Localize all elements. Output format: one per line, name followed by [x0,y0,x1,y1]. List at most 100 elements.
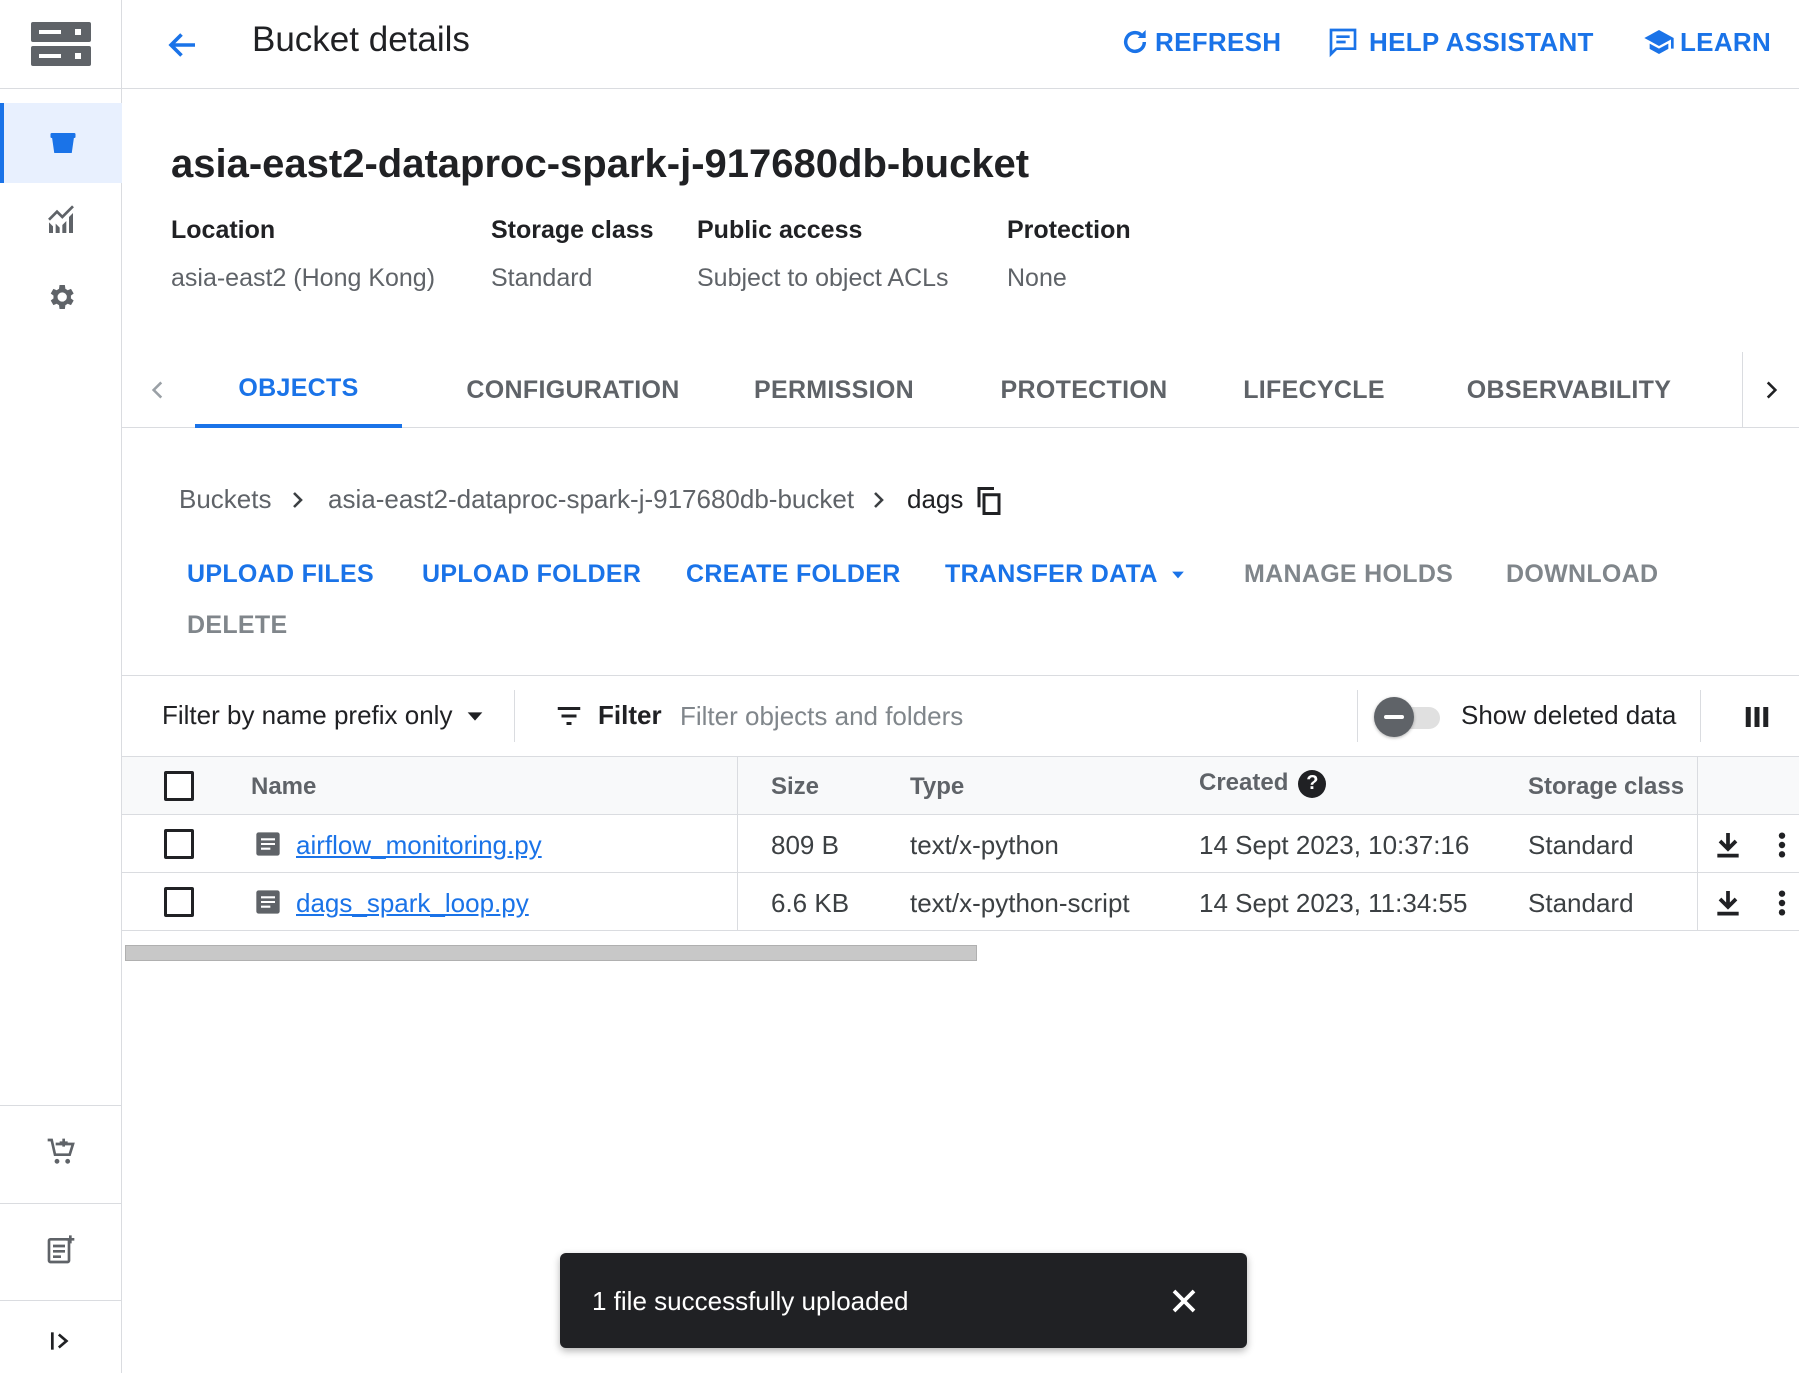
file-name-link[interactable]: dags_spark_loop.py [296,888,529,919]
select-all-checkbox[interactable] [164,771,194,801]
filter-input[interactable] [680,696,1340,736]
nav-release-notes[interactable] [0,1210,122,1290]
notes-icon [47,1235,75,1264]
nav-buckets[interactable] [0,103,122,183]
tab-scroll-right[interactable] [1742,352,1799,427]
snackbar-message: 1 file successfully uploaded [592,1286,909,1316]
column-divider [1697,873,1698,931]
filter-bar: Filter by name prefix only Filter Show d… [122,675,1799,757]
filter-button[interactable]: Filter [554,700,662,731]
tab-protection[interactable]: PROTECTION [984,352,1184,428]
rail-divider [0,1300,122,1301]
copy-path-icon[interactable] [974,486,1004,516]
file-type: text/x-python-script [910,888,1130,918]
file-storage-class: Standard [1528,888,1634,918]
refresh-button[interactable]: REFRESH [1119,22,1281,62]
page-title: Bucket details [252,20,470,59]
help-assistant-label: HELP ASSISTANT [1369,26,1594,57]
column-display-icon[interactable] [1742,702,1772,732]
school-icon [1644,30,1674,54]
column-header-size[interactable]: Size [771,773,819,801]
create-folder-button[interactable]: CREATE FOLDER [686,560,901,589]
column-divider [737,757,738,815]
more-vert-icon[interactable] [1772,829,1792,861]
table-row[interactable]: airflow_monitoring.py 809 B text/x-pytho… [122,815,1799,873]
gear-icon [50,285,74,309]
rail-divider [0,1203,122,1204]
cart-icon [47,1138,75,1164]
column-header-name[interactable]: Name [251,773,316,801]
learn-button[interactable]: LEARN [1642,22,1771,62]
delete-button[interactable]: DELETE [187,611,287,640]
nav-expand[interactable] [0,1308,122,1373]
storage-product-icon[interactable] [0,0,122,89]
table-row[interactable]: dags_spark_loop.py 6.6 KB text/x-python-… [122,873,1799,931]
row-checkbox[interactable] [164,887,194,917]
file-name[interactable]: dags_spark_loop.py [296,888,529,918]
download-icon[interactable] [1712,829,1744,861]
breadcrumb-buckets[interactable]: Buckets [179,484,272,515]
meta-storage-class-label: Storage class [491,216,654,244]
chevron-right-icon [1766,380,1778,399]
transfer-data-button[interactable]: TRANSFER DATA [945,560,1188,589]
show-deleted-toggle[interactable] [1374,697,1444,737]
upload-files-button[interactable]: UPLOAD FILES [187,560,374,589]
download-icon[interactable] [1712,887,1744,919]
tab-permission[interactable]: PERMISSION [724,352,944,428]
show-deleted-label: Show deleted data [1461,700,1677,730]
filter-divider [1700,690,1701,742]
learn-label: LEARN [1680,26,1772,57]
chat-icon [1329,28,1357,58]
nav-marketplace[interactable] [0,1112,122,1192]
meta-protection-label: Protection [1007,216,1131,244]
page-header: Bucket details REFRESH HELP ASSISTANT LE… [122,0,1799,89]
file-created: 14 Sept 2023, 10:37:16 [1199,830,1470,860]
storage-server-icon [31,22,91,66]
download-button[interactable]: DOWNLOAD [1506,560,1658,589]
column-header-storage-class[interactable]: Storage class [1528,773,1684,801]
bucket-name: asia-east2-dataproc-spark-j-917680db-buc… [171,142,1030,186]
transfer-data-label: TRANSFER DATA [945,560,1158,588]
bucket-icon [50,133,76,153]
chart-icon [48,205,74,233]
horizontal-scrollbar[interactable] [125,945,977,961]
close-icon [1172,1289,1196,1313]
nav-monitoring[interactable] [0,181,122,261]
tab-observability[interactable]: OBSERVABILITY [1444,352,1694,428]
help-assistant-button[interactable]: HELP ASSISTANT [1327,22,1594,62]
nav-settings[interactable] [0,257,122,337]
meta-location-label: Location [171,216,276,244]
breadcrumb-current-folder: dags [907,484,964,514]
tab-configuration[interactable]: CONFIGURATION [448,352,698,428]
column-header-created[interactable]: Created? [1199,769,1327,798]
expand-rail-icon [50,1332,69,1350]
table-header: Name Size Type Created? Storage class [122,757,1799,815]
arrow-back-icon [168,33,195,57]
file-storage-class: Standard [1528,830,1634,860]
back-button[interactable] [160,22,206,68]
more-vert-icon[interactable] [1772,887,1792,919]
upload-folder-button[interactable]: UPLOAD FOLDER [422,560,641,589]
breadcrumb-bucket[interactable]: asia-east2-dataproc-spark-j-917680db-buc… [328,484,854,515]
meta-public-access-label: Public access [697,216,863,244]
refresh-icon [1123,30,1147,54]
file-name[interactable]: airflow_monitoring.py [296,830,542,860]
filter-divider [1357,690,1358,742]
refresh-label: REFRESH [1155,26,1282,57]
tab-lifecycle[interactable]: LIFECYCLE [1222,352,1406,428]
row-checkbox[interactable] [164,829,194,859]
left-nav-rail [0,0,122,1373]
tab-objects[interactable]: OBJECTS [195,352,402,428]
filter-mode-select[interactable]: Filter by name prefix only [162,700,486,731]
help-icon[interactable]: ? [1298,769,1327,798]
column-header-type[interactable]: Type [910,773,964,801]
snackbar-close-button[interactable] [1164,1281,1204,1321]
file-name-link[interactable]: airflow_monitoring.py [296,830,542,861]
chevron-left-icon [151,380,163,399]
file-icon [256,832,280,856]
tab-scroll-left[interactable] [122,352,194,427]
meta-public-access-value: Subject to object ACLs [697,264,949,292]
file-icon [256,890,280,914]
file-size: 6.6 KB [771,888,850,918]
manage-holds-button[interactable]: MANAGE HOLDS [1244,560,1453,589]
